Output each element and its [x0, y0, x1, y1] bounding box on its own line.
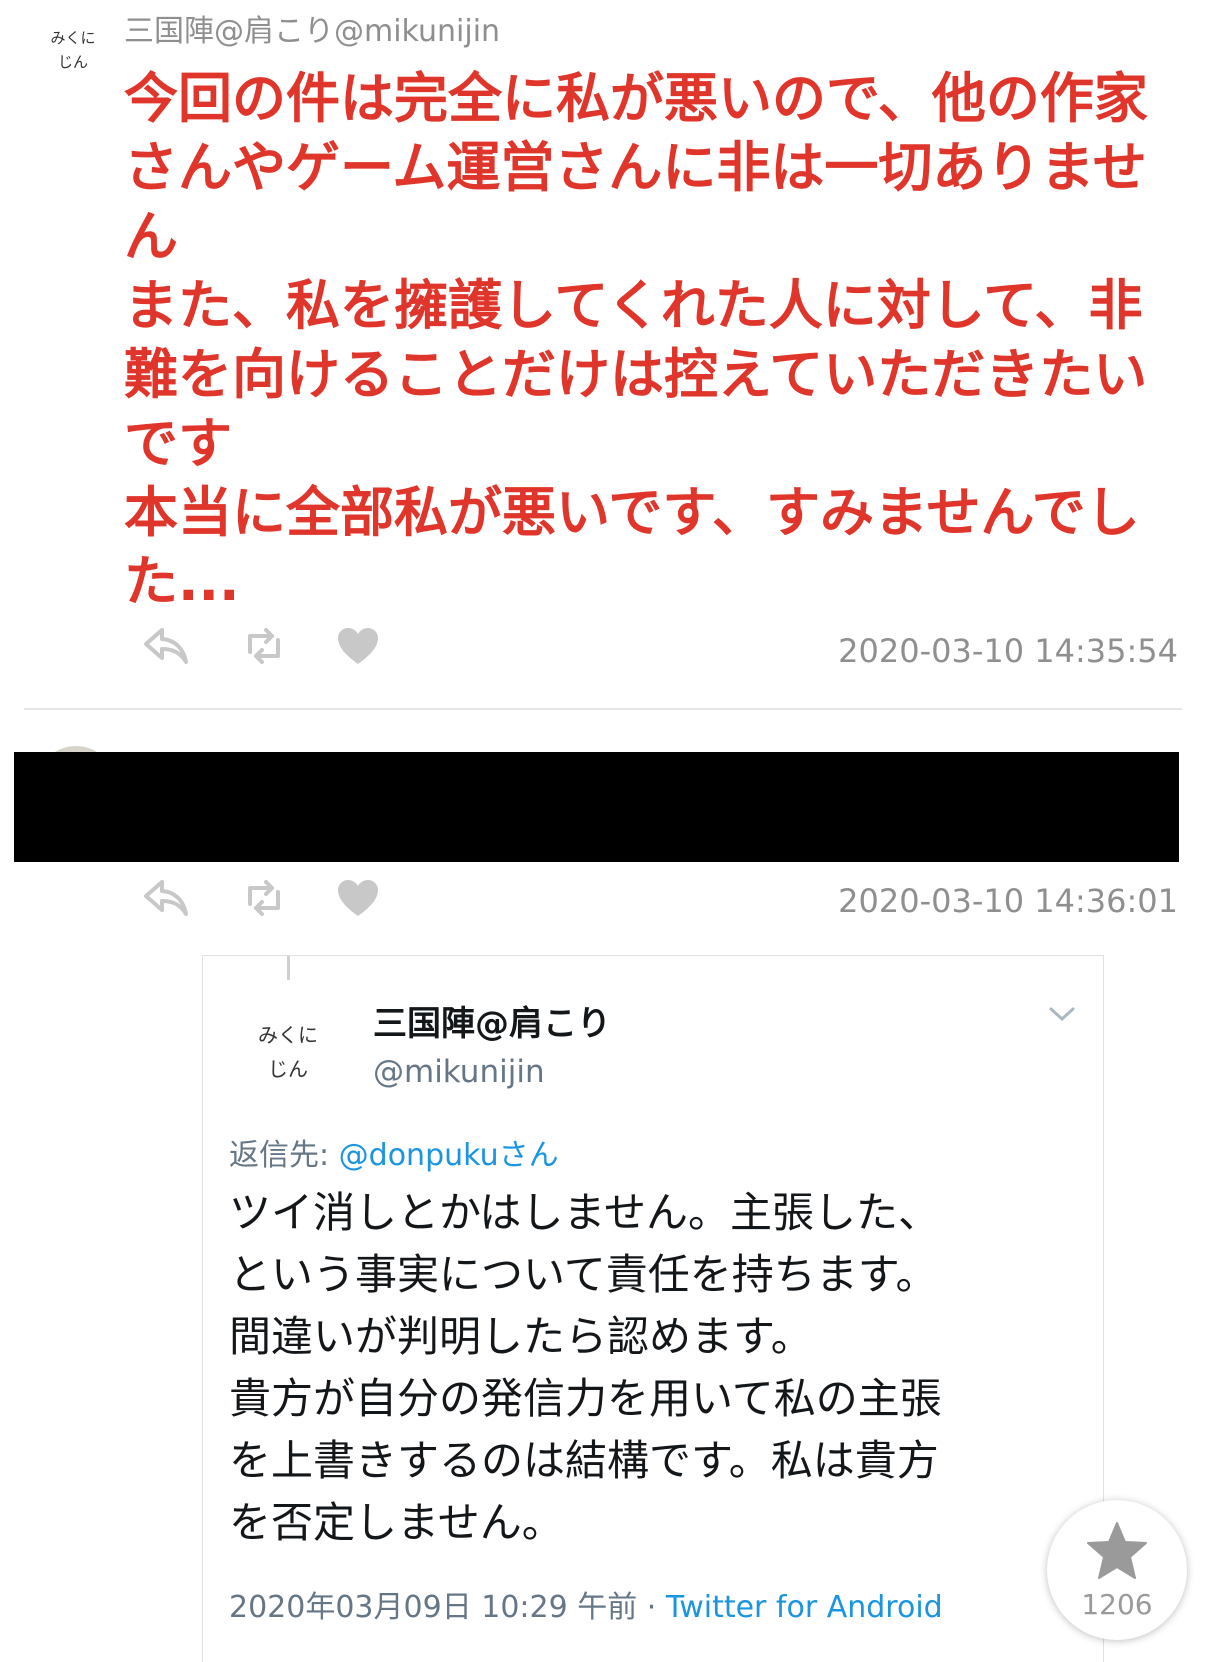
tweet-body: 今回の件は完全に私が悪いので、他の作家 さんやゲーム運営さんに非は一切ありませ … [124, 64, 1184, 616]
tweet-body-line: 難を向けることだけは控えていただきたい [124, 343, 1148, 406]
reply-to-line: 返信先: @donpukuさん [229, 1130, 559, 1174]
reply-icon[interactable] [142, 626, 190, 670]
reply-mention-link[interactable]: @donpukuさん [339, 1138, 559, 1173]
avatar-text-line-2: じん [268, 1057, 308, 1081]
tweet-body-line: また、私を擁護してくれた人に対して、非 [124, 274, 1143, 337]
display-name[interactable]: 三国陣@肩こり [373, 996, 611, 1045]
retweet-icon[interactable] [240, 626, 288, 670]
heart-icon[interactable] [336, 626, 380, 670]
retweet-icon[interactable] [240, 878, 288, 922]
heart-icon[interactable] [336, 878, 380, 922]
embedded-tweet-body: ツイ消しとかはしません。主張した、 という事実について責任を持ちます。 間違いが… [229, 1182, 1069, 1554]
favorite-button[interactable]: 1206 [1047, 1500, 1187, 1640]
tweet-body-line: 今回の件は完全に私が悪いので、他の作家 [124, 67, 1148, 130]
tweet-body-line: 本当に全部私が悪いです、すみませんでし [124, 481, 1140, 544]
tweet-body-line: を上書きするのは結構です。私は貴方 [229, 1436, 939, 1485]
client-link[interactable]: Twitter for Android [666, 1590, 943, 1625]
tweet-date: 2020年03月09日 10:29 午前 [229, 1590, 638, 1625]
tweet-body-line: ツイ消しとかはしません。主張した、 [229, 1188, 941, 1237]
avatar-text-line-1: みくに [50, 29, 96, 47]
tweet-body-line: ん [124, 205, 178, 268]
tweet-body-line: さんやゲーム運営さんに非は一切ありませ [124, 136, 1147, 199]
avatar-text-line-1: みくに [258, 1023, 318, 1047]
tweet-body-line: です [124, 412, 232, 475]
tweet-meta: 2020年03月09日 10:29 午前 · Twitter for Andro… [229, 1582, 943, 1626]
divider [24, 708, 1182, 710]
star-icon [1085, 1520, 1149, 1584]
reply-prefix: 返信先: [229, 1138, 339, 1173]
tweet-timestamp: 2020-03-10 14:35:54 [838, 632, 1178, 670]
tweet-body-line: 間違いが判明したら認めます。 [229, 1312, 813, 1361]
avatar-text-line-2: じん [57, 53, 88, 71]
tweet-thread-screenshot: みくに じん 三国陣@肩こり@mikunijin 今回の件は完全に私が悪いので、… [0, 0, 1206, 1662]
avatar[interactable]: みくに じん [243, 1018, 333, 1086]
tweet-body-line: という事実について責任を持ちます。 [229, 1250, 938, 1299]
tweet-timestamp: 2020-03-10 14:36:01 [838, 882, 1178, 920]
thread-line [287, 956, 290, 980]
tweet-body-line: を否定しません。 [229, 1498, 564, 1547]
redaction-block [14, 752, 1179, 862]
user-handle[interactable]: @mikunijin [373, 1054, 545, 1090]
embedded-tweet-card[interactable]: みくに じん 三国陣@肩こり @mikunijin 返信先: @donpukuさ… [202, 955, 1104, 1662]
tweet-actions [142, 878, 380, 922]
avatar[interactable]: みくに じん [38, 26, 108, 74]
tweet-body-line: た... [124, 550, 240, 613]
tweet-body-line: 貴方が自分の発信力を用いて私の主張 [229, 1374, 942, 1423]
chevron-down-icon[interactable] [1049, 1006, 1075, 1026]
favorite-count: 1206 [1081, 1587, 1153, 1621]
tweet-actions [142, 626, 380, 670]
reply-icon[interactable] [142, 878, 190, 922]
author-line[interactable]: 三国陣@肩こり@mikunijin [124, 6, 500, 50]
meta-separator: · [637, 1590, 666, 1625]
